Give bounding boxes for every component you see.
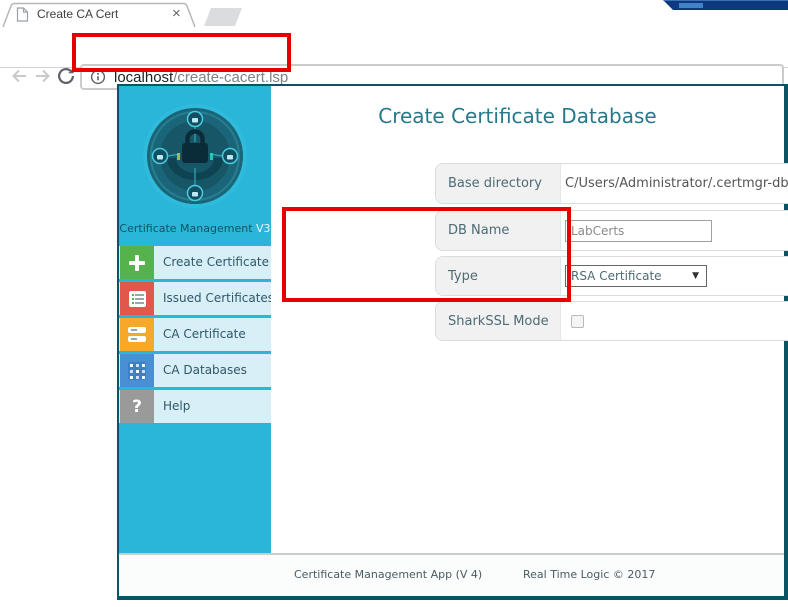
- rows-icon: [120, 318, 154, 351]
- brand-version: V3: [256, 222, 271, 235]
- app-footer: Certificate Management App (V 4) Real Ti…: [119, 555, 784, 596]
- base-directory-value: C/Users/Administrator/.certmgr-db: [565, 176, 788, 191]
- main-panel: Create Certificate Database Base directo…: [271, 86, 788, 553]
- type-select-value: RSA Certificate: [571, 269, 662, 283]
- forward-icon[interactable]: [32, 66, 54, 86]
- page-icon: [16, 7, 29, 22]
- lock-network-logo: [143, 104, 247, 208]
- page-title: Create Certificate Database: [378, 104, 657, 128]
- tab-close-icon[interactable]: ×: [172, 5, 181, 22]
- sidebar-item-create-certificate[interactable]: Create Certificate: [119, 246, 271, 279]
- field-row-base-directory: Base directory C/Users/Administrator/.ce…: [435, 163, 788, 204]
- question-icon: ?: [120, 390, 154, 423]
- field-label: Base directory: [436, 164, 561, 203]
- footer-copyright: Real Time Logic © 2017: [523, 568, 656, 581]
- sidebar: Certificate Management V3 Create Certifi…: [119, 86, 271, 553]
- type-select[interactable]: RSA Certificate ▼: [565, 265, 707, 287]
- annotation-form-highlight: [282, 207, 571, 302]
- field-row-sharkssl-mode: SharkSSL Mode ?: [435, 301, 788, 341]
- sidebar-item-ca-databases[interactable]: CA Databases: [119, 354, 271, 387]
- list-icon: [120, 282, 154, 315]
- field-label: SharkSSL Mode: [436, 302, 561, 340]
- sidebar-item-ca-certificate[interactable]: CA Certificate: [119, 318, 271, 351]
- grid-icon: [120, 354, 154, 387]
- tab-strip: Create CA Cert ×: [0, 0, 788, 28]
- background-window-fragment: [663, 0, 788, 10]
- chevron-down-icon: ▼: [692, 271, 699, 281]
- background-window-detail: [679, 3, 703, 8]
- plus-icon: [120, 246, 154, 279]
- sidebar-menu: Create Certificate Issued Certificates C…: [119, 246, 271, 426]
- certificate-manager-app: Certificate Management V3 Create Certifi…: [117, 84, 788, 600]
- new-tab-button[interactable]: [204, 8, 242, 26]
- footer-app-name: Certificate Management App (V 4): [294, 568, 483, 581]
- db-name-input[interactable]: [565, 219, 712, 242]
- back-icon[interactable]: [8, 66, 30, 86]
- sharkssl-mode-checkbox[interactable]: [571, 314, 584, 328]
- annotation-url-highlight: [72, 33, 291, 72]
- tab-title: Create CA Cert: [37, 7, 119, 21]
- brand: Certificate Management V3: [119, 222, 271, 235]
- brand-name: Certificate Management: [119, 222, 253, 235]
- sidebar-item-issued-certificates[interactable]: Issued Certificates: [119, 282, 271, 315]
- sidebar-item-help[interactable]: ? Help: [119, 390, 271, 423]
